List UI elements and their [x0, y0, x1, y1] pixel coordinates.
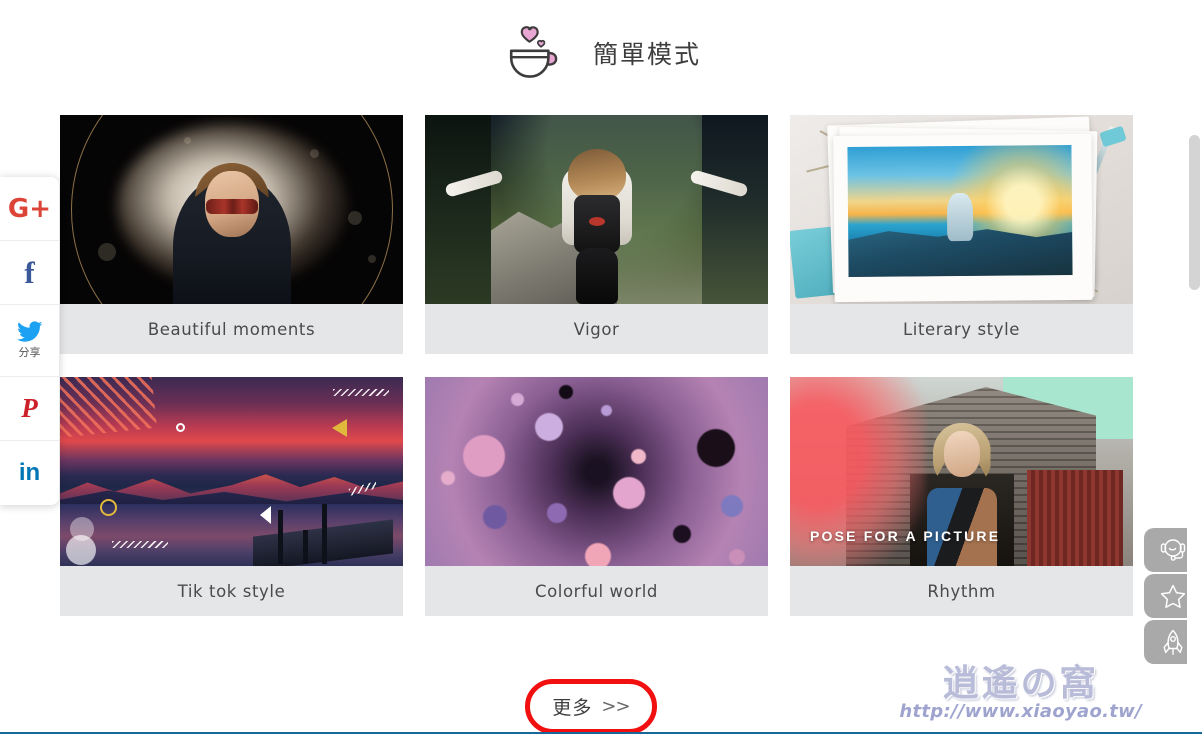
gallery-grid: Beautiful moments Vigor Literary style T…	[60, 115, 1134, 616]
twitter-bird-icon	[16, 321, 42, 342]
gallery-card-literary-style[interactable]: Literary style	[790, 115, 1133, 354]
share-button-google-plus[interactable]: G+	[0, 177, 59, 241]
page-title: 簡單模式	[592, 39, 701, 69]
card-label: Vigor	[425, 304, 768, 354]
linkedin-icon: in	[18, 459, 41, 486]
google-plus-icon: G+	[7, 193, 52, 224]
gallery-card-rhythm[interactable]: POSE FOR A PICTURE Rhythm	[790, 377, 1133, 616]
rocket-icon	[1163, 629, 1183, 655]
card-thumbnail[interactable]	[425, 377, 768, 566]
more-button[interactable]: 更多 >>	[535, 689, 647, 724]
watermark-url: http://www.xiaoyao.tw/	[899, 701, 1142, 722]
card-thumbnail[interactable]	[60, 115, 403, 304]
vertical-scrollbar-thumb[interactable]	[1189, 135, 1200, 290]
star-icon	[1160, 584, 1186, 608]
pinterest-icon: P	[21, 393, 38, 423]
social-share-bar: G+ f 分享 P in	[0, 177, 59, 505]
card-label: Rhythm	[790, 566, 1133, 616]
card-label: Colorful world	[425, 566, 768, 616]
page-header: 簡單模式	[0, 0, 1202, 104]
card-thumbnail[interactable]	[60, 377, 403, 566]
teacup-with-hearts-icon	[509, 26, 558, 78]
share-label-twitter: 分享	[18, 346, 41, 359]
card-label: Tik tok style	[60, 566, 403, 616]
gallery-card-beautiful-moments[interactable]: Beautiful moments	[60, 115, 403, 354]
gallery-card-colorful-world[interactable]: Colorful world	[425, 377, 768, 616]
card-thumbnail[interactable]	[790, 115, 1133, 304]
more-button-arrows: >>	[601, 696, 630, 717]
watermark-site-name: 逍遙の窩	[942, 662, 1099, 705]
site-watermark: 逍遙の窩 http://www.xiaoyao.tw/	[899, 662, 1142, 722]
page-root: 簡單模式 Beautiful moments Vigor Literary st…	[0, 0, 1202, 734]
more-button-wrapper: 更多 >>	[525, 679, 657, 732]
facebook-icon: f	[24, 255, 35, 290]
card-overlay-text: POSE FOR A PICTURE	[810, 528, 1001, 544]
share-button-facebook[interactable]: f	[0, 241, 59, 305]
headset-icon	[1160, 539, 1186, 561]
card-thumbnail[interactable]	[425, 115, 768, 304]
more-button-label: 更多	[552, 697, 593, 719]
card-thumbnail[interactable]: POSE FOR A PICTURE	[790, 377, 1133, 566]
share-button-pinterest[interactable]: P	[0, 377, 59, 441]
share-button-linkedin[interactable]: in	[0, 441, 59, 505]
gallery-card-tik-tok-style[interactable]: Tik tok style	[60, 377, 403, 616]
card-label: Beautiful moments	[60, 304, 403, 354]
vertical-scrollbar-track[interactable]	[1187, 0, 1202, 732]
share-button-twitter[interactable]: 分享	[0, 305, 59, 377]
gallery-card-vigor[interactable]: Vigor	[425, 115, 768, 354]
card-label: Literary style	[790, 304, 1133, 354]
